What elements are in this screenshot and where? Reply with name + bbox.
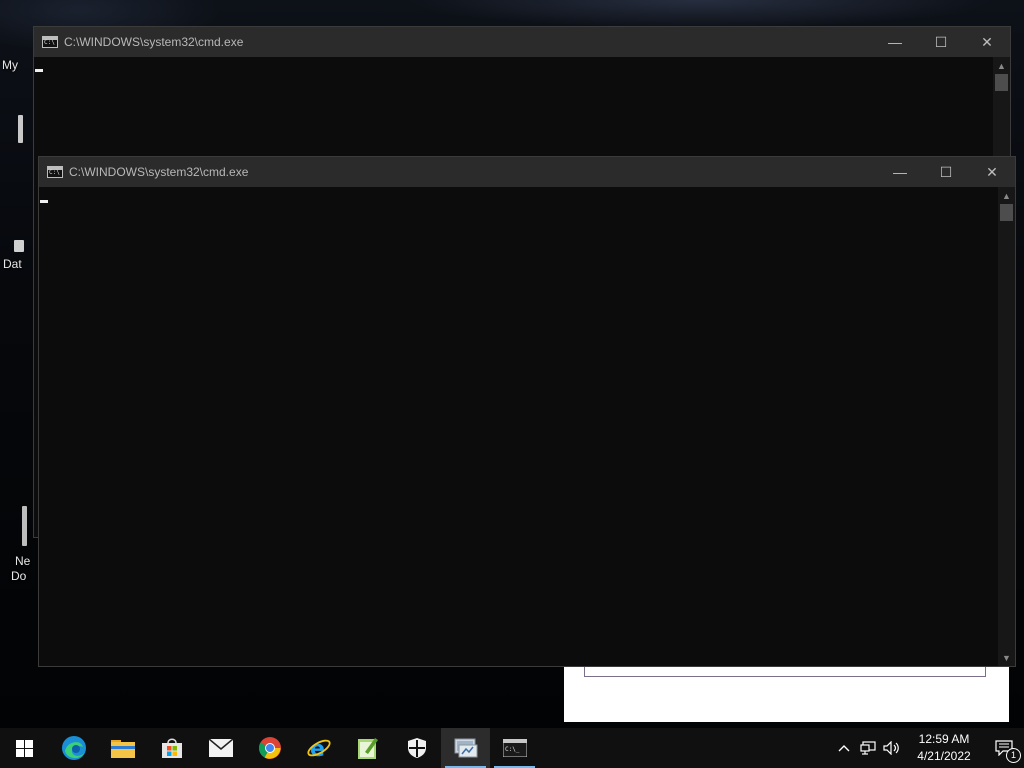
cmd-window-front[interactable]: C:\WINDOWS\system32\cmd.exe — ☐ ✕ ▲ ▼ <box>38 156 1016 667</box>
notification-count-badge: 1 <box>1006 748 1021 763</box>
chrome-icon <box>258 737 281 759</box>
clock-time: 12:59 AM <box>918 732 970 746</box>
mail-icon <box>208 739 233 757</box>
cmd-app-icon <box>42 36 58 48</box>
start-button[interactable] <box>0 728 49 768</box>
titlebar[interactable]: C:\WINDOWS\system32\cmd.exe — ☐ ✕ <box>34 27 1010 57</box>
scroll-up-icon[interactable]: ▲ <box>993 57 1010 74</box>
scrollbar-thumb[interactable] <box>1000 204 1013 221</box>
mail-button[interactable] <box>196 728 245 768</box>
cmd-taskbar-button[interactable]: C:\_ <box>490 728 539 768</box>
desktop-icon-shortcut[interactable] <box>18 115 23 143</box>
chrome-button[interactable] <box>245 728 294 768</box>
network-icon <box>860 741 876 755</box>
notepad-plus-icon <box>357 738 378 759</box>
close-button[interactable]: ✕ <box>969 157 1015 187</box>
text-cursor <box>35 69 43 72</box>
network-button[interactable] <box>856 728 880 768</box>
desktop-icon-label-do[interactable]: Do <box>11 569 26 584</box>
edge-button[interactable] <box>49 728 98 768</box>
speaker-icon <box>883 741 899 755</box>
background-window[interactable] <box>564 662 1009 722</box>
clock-date: 4/21/2022 <box>917 749 971 763</box>
window-title: C:\WINDOWS\system32\cmd.exe <box>69 165 249 179</box>
notepad-plus-button[interactable] <box>343 728 392 768</box>
svg-text:C:\_: C:\_ <box>505 746 520 753</box>
windows-logo-icon <box>16 739 33 757</box>
system-tray: 12:59 AM 4/21/2022 1 <box>832 728 1024 768</box>
internet-explorer-icon: e <box>306 737 331 761</box>
remote-desktop-button[interactable] <box>441 728 490 768</box>
database-icon[interactable] <box>14 240 24 252</box>
scrollbar-thumb[interactable] <box>995 74 1008 91</box>
cmd-app-icon <box>47 166 63 178</box>
text-cursor <box>40 200 48 203</box>
window-title: C:\WINDOWS\system32\cmd.exe <box>64 35 244 49</box>
cmd-icon: C:\_ <box>502 739 527 757</box>
desktop-icon-label-ne[interactable]: Ne <box>15 554 30 569</box>
store-button[interactable] <box>147 728 196 768</box>
action-center-button[interactable]: 1 <box>984 728 1024 768</box>
document-icon[interactable] <box>22 506 27 546</box>
maximize-button[interactable]: ☐ <box>923 157 969 187</box>
security-shield-icon <box>407 738 426 758</box>
minimize-button[interactable]: — <box>877 157 923 187</box>
internet-explorer-button[interactable]: e <box>294 728 343 768</box>
maximize-button[interactable]: ☐ <box>918 27 964 57</box>
titlebar[interactable]: C:\WINDOWS\system32\cmd.exe — ☐ ✕ <box>39 157 1015 187</box>
desktop-icon-label-dat[interactable]: Dat <box>3 257 22 272</box>
close-button[interactable]: ✕ <box>964 27 1010 57</box>
show-hidden-icons-button[interactable] <box>832 728 856 768</box>
security-button[interactable] <box>392 728 441 768</box>
minimize-button[interactable]: — <box>872 27 918 57</box>
scroll-up-icon[interactable]: ▲ <box>998 187 1015 204</box>
file-explorer-icon <box>110 740 135 758</box>
scroll-down-icon[interactable]: ▼ <box>998 649 1015 666</box>
chevron-up-icon <box>838 745 850 752</box>
edge-icon <box>61 736 86 760</box>
desktop-icon-label-my[interactable]: My <box>2 58 18 73</box>
clock-button[interactable]: 12:59 AM 4/21/2022 <box>904 728 984 768</box>
store-icon <box>161 738 182 758</box>
volume-button[interactable] <box>880 728 904 768</box>
console-output[interactable] <box>39 187 998 666</box>
taskbar: e C:\_ 12:59 AM 4/21/2022 1 <box>0 728 1024 768</box>
remote-desktop-icon <box>454 738 477 758</box>
file-explorer-button[interactable] <box>98 728 147 768</box>
vertical-scrollbar[interactable]: ▲ ▼ <box>998 187 1015 666</box>
